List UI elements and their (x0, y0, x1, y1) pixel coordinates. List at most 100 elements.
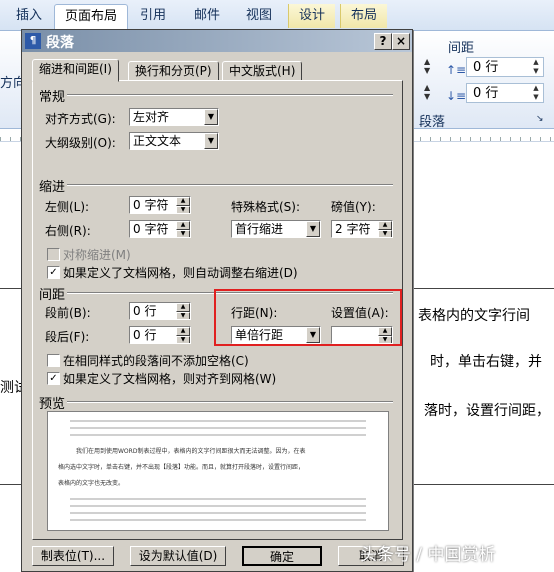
watermark-text: 头条号 / 中国赏析 (360, 545, 496, 565)
auto-adjust-indent-label: 如果定义了文档网格，则自动调整右缩进(D) (63, 266, 298, 280)
outline-level-value: 正文文本 (133, 134, 182, 148)
alignment-value: 左对齐 (133, 110, 170, 124)
chevron-down-icon[interactable]: ▼ (204, 109, 218, 125)
ribbon-spacing-after-value: 0 行 (473, 86, 499, 101)
preview-sample-line1: 我们在用到使用WORD制表过程中，表格内的文字行间距很大而无法调整。因为，在表 (76, 448, 306, 455)
left-indent-value: 0 字符 (133, 198, 169, 212)
space-before-input[interactable]: 0 行 ▲ ▼ (129, 302, 191, 320)
right-indent-label: 右侧(R): (45, 224, 91, 238)
ribbon-spacing-before-input[interactable]: 0 行 ▲ ▼ (466, 57, 544, 77)
snap-to-grid-label: 如果定义了文档网格，则对齐到网格(W) (63, 372, 277, 386)
tab-indents-spacing[interactable]: 缩进和间距(I) (32, 59, 119, 82)
dialog-titlebar[interactable]: ¶ 段落 ? × (22, 30, 412, 52)
line-spacing-select[interactable]: 单倍行距 ▼ (231, 326, 321, 344)
doc-text-line1: 表格内的文字行间 (418, 308, 530, 324)
section-divider (67, 292, 393, 294)
close-button[interactable]: × (392, 33, 410, 50)
section-divider (67, 401, 393, 403)
snap-to-grid-checkbox[interactable]: ✓ (47, 372, 60, 385)
ribbon-tab-page-layout[interactable]: 页面布局 (54, 4, 129, 29)
ribbon-spacing-after-input[interactable]: 0 行 ▲ ▼ (466, 83, 544, 103)
right-indent-input[interactable]: 0 字符 ▲ ▼ (129, 220, 191, 238)
indent-section-title: 缩进 (39, 180, 66, 195)
ribbon-spacing-label: 间距 (448, 41, 475, 56)
section-divider (67, 94, 393, 96)
section-divider (67, 184, 393, 186)
outline-level-select[interactable]: 正文文本 ▼ (129, 132, 219, 150)
space-before-value: 0 行 (133, 304, 157, 318)
left-indent-spinner[interactable]: ▲ ▼ (176, 197, 190, 213)
ribbon-tab-references[interactable]: 引用 (130, 4, 176, 28)
space-before-label: 段前(B): (45, 306, 91, 320)
space-after-input[interactable]: 0 行 ▲ ▼ (129, 326, 191, 344)
ribbon-tab-layout[interactable]: 布局 (340, 4, 388, 28)
indent-by-label: 磅值(Y): (331, 200, 376, 214)
preview-prev-para-line (70, 434, 366, 436)
indent-by-value: 2 字符 (335, 222, 371, 236)
doc-text-line2: 时，单击右键，并 (430, 354, 542, 370)
left-indent-input[interactable]: 0 字符 ▲ ▼ (129, 196, 191, 214)
alignment-label: 对齐方式(G): (45, 112, 116, 126)
indents-spacing-panel: 常规 对齐方式(G): 左对齐 ▼ 大纲级别(O): 正文文本 ▼ 缩进 左侧(… (32, 80, 403, 540)
right-indent-value: 0 字符 (133, 222, 169, 236)
ribbon-tab-design[interactable]: 设计 (288, 4, 336, 28)
special-indent-select[interactable]: 首行缩进 ▼ (231, 220, 321, 238)
preview-section-title: 预览 (39, 397, 66, 412)
ribbon-indent-spinner[interactable]: ▲ ▼ (424, 57, 430, 75)
mirror-indents-label: 对称缩进(M) (63, 248, 131, 262)
tab-line-page-breaks[interactable]: 换行和分页(P) (128, 61, 219, 81)
left-indent-label: 左侧(L): (45, 200, 90, 214)
doc-text-line3: 落时，设置行间距， (424, 403, 550, 419)
paragraph-icon: ¶ (25, 33, 41, 49)
preview-prev-para-line (70, 427, 366, 429)
preview-box: 我们在用到使用WORD制表过程中，表格内的文字行间距很大而无法调整。因为，在表 … (47, 411, 389, 531)
ribbon-indent-spinner-2[interactable]: ▲ ▼ (424, 83, 430, 101)
preview-next-para-line (70, 519, 366, 521)
ribbon-spacing-before-spinner[interactable]: ▲ ▼ (529, 58, 543, 76)
chevron-down-icon[interactable]: ▼ (306, 221, 320, 237)
ok-button[interactable]: 确定 (242, 546, 322, 566)
auto-adjust-indent-checkbox[interactable]: ✓ (47, 266, 60, 279)
spacing-before-icon: ↑≡ (446, 63, 467, 77)
preview-next-para-line (70, 505, 366, 507)
ribbon-tab-bar: 插入 页面布局 引用 邮件 视图 设计 布局 (0, 0, 554, 31)
right-indent-spinner[interactable]: ▲ ▼ (176, 221, 190, 237)
ribbon-tab-insert[interactable]: 插入 (6, 4, 52, 28)
preview-sample-line2: 格内选中文字时，单击右键，并不出现【段落】功能。而且，就算打开段落时，设置行间距… (58, 464, 305, 471)
spacing-at-spinner[interactable]: ▲ ▼ (378, 327, 392, 343)
spacing-section-title: 间距 (39, 288, 66, 303)
alignment-select[interactable]: 左对齐 ▼ (129, 108, 219, 126)
set-default-button[interactable]: 设为默认值(D) (130, 546, 226, 566)
outline-level-label: 大纲级别(O): (45, 136, 116, 150)
preview-next-para-line (70, 498, 366, 500)
help-button[interactable]: ? (374, 33, 392, 50)
ribbon-tab-mailings[interactable]: 邮件 (184, 4, 230, 28)
spacing-after-icon: ↓≡ (446, 89, 467, 103)
tab-asian-typography[interactable]: 中文版式(H) (222, 61, 303, 81)
no-space-same-style-checkbox[interactable] (47, 354, 60, 367)
general-section-title: 常规 (39, 90, 66, 105)
spacing-at-label: 设置值(A): (331, 306, 389, 320)
paragraph-launcher-icon[interactable]: ↘ (536, 114, 544, 124)
paragraph-dialog: ¶ 段落 ? × 缩进和间距(I) 换行和分页(P) 中文版式(H) 常规 对齐… (21, 29, 413, 572)
tabs-button[interactable]: 制表位(T)... (32, 546, 114, 566)
indent-by-spinner[interactable]: ▲ ▼ (378, 221, 392, 237)
mirror-indents-checkbox[interactable] (47, 248, 60, 261)
preview-next-para-line (70, 512, 366, 514)
line-spacing-label: 行距(N): (231, 306, 278, 320)
indent-by-input[interactable]: 2 字符 ▲ ▼ (331, 220, 393, 238)
spacing-at-input[interactable]: ▲ ▼ (331, 326, 393, 344)
ribbon-spacing-after-spinner[interactable]: ▲ ▼ (529, 84, 543, 102)
chevron-down-icon[interactable]: ▼ (204, 133, 218, 149)
space-after-spinner[interactable]: ▲ ▼ (176, 327, 190, 343)
special-indent-value: 首行缩进 (235, 222, 284, 236)
line-spacing-value: 单倍行距 (235, 328, 284, 342)
preview-sample-line3: 表格内的文字也无改变。 (58, 480, 125, 487)
space-after-label: 段后(F): (45, 330, 90, 344)
ribbon-tab-view[interactable]: 视图 (236, 4, 282, 28)
space-after-value: 0 行 (133, 328, 157, 342)
ribbon-spacing-before-value: 0 行 (473, 60, 499, 75)
space-before-spinner[interactable]: ▲ ▼ (176, 303, 190, 319)
chevron-down-icon[interactable]: ▼ (306, 327, 320, 343)
special-indent-label: 特殊格式(S): (231, 200, 301, 214)
